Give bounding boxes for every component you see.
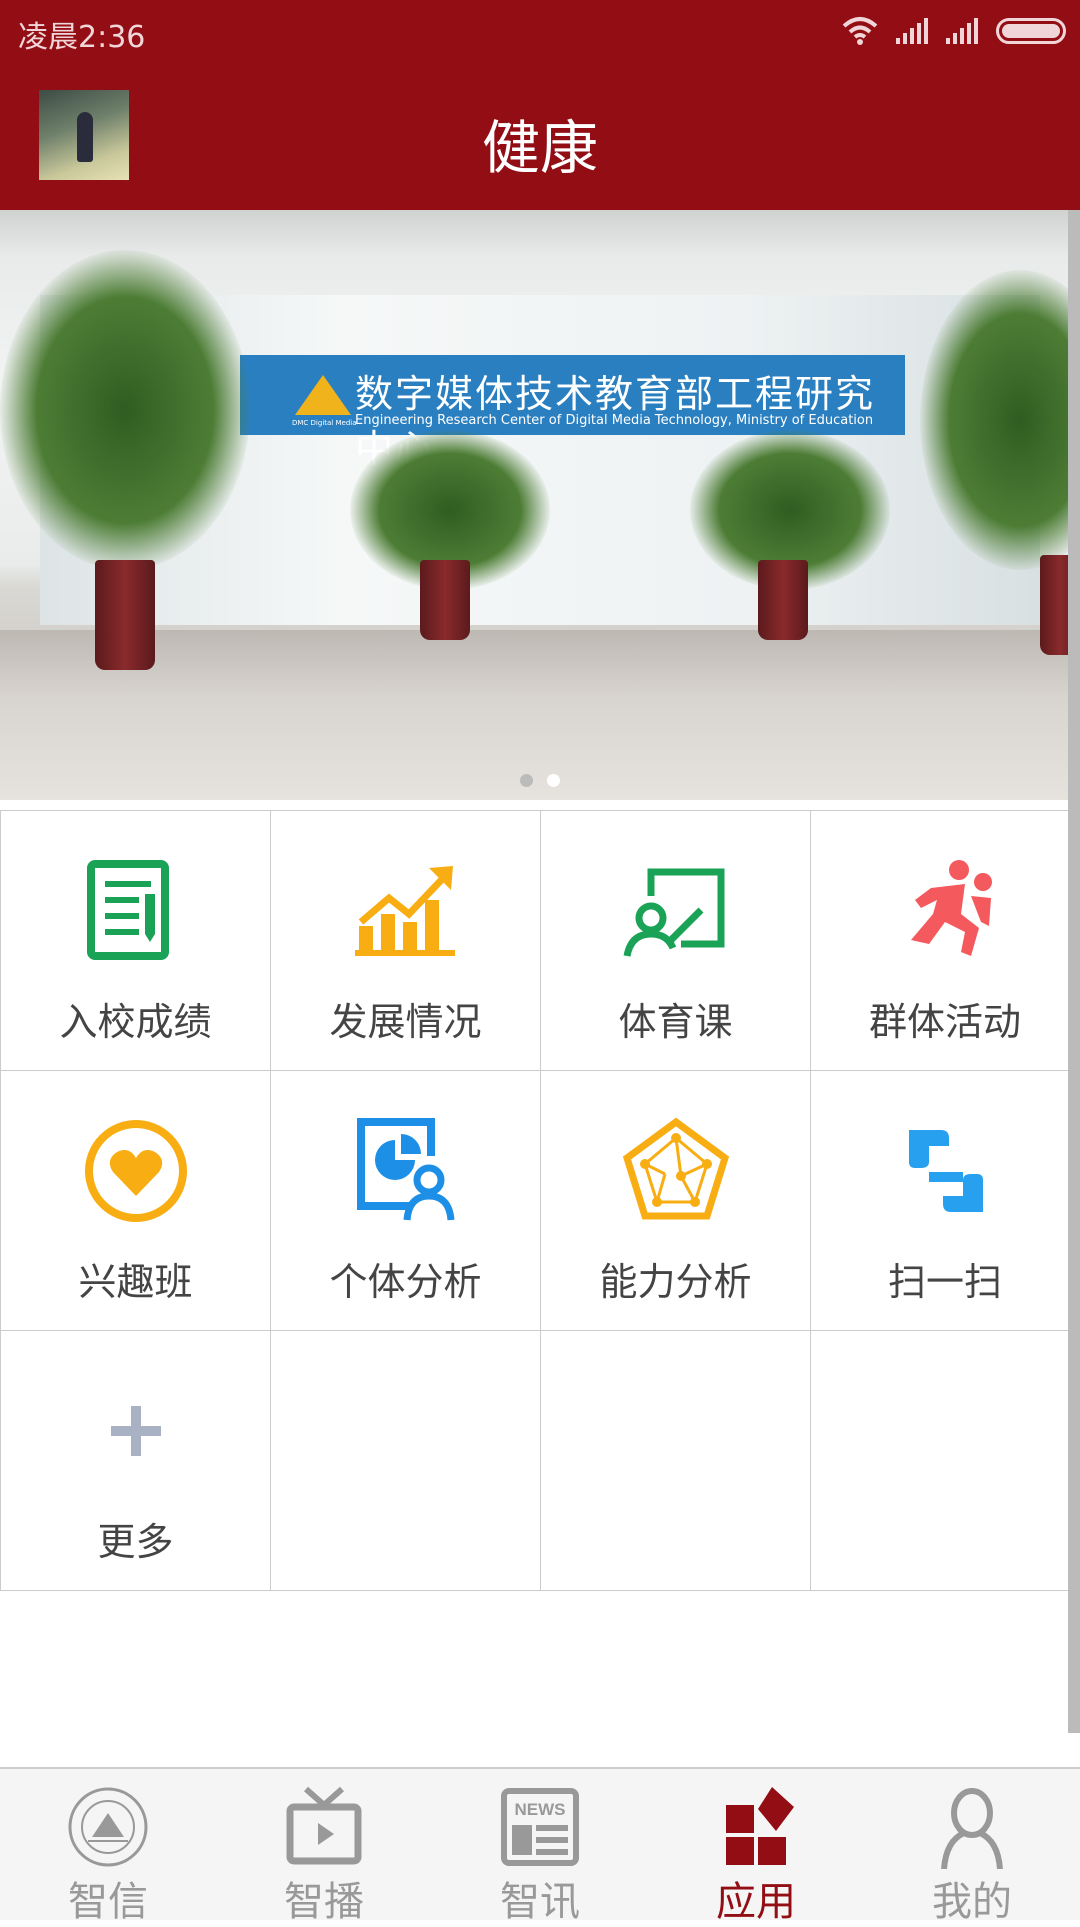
carousel-dot[interactable] bbox=[520, 774, 533, 787]
carousel-indicator[interactable] bbox=[520, 774, 560, 787]
sign-title-en: Engineering Research Center of Digital M… bbox=[355, 413, 874, 428]
grid-item-ability-analysis[interactable]: 能力分析 bbox=[540, 1071, 810, 1330]
tab-zhixin[interactable]: 智信 bbox=[0, 1769, 216, 1925]
grid-item-interest-class[interactable]: 兴趣班 bbox=[0, 1071, 270, 1330]
running-people-icon bbox=[911, 860, 992, 956]
university-seal-icon bbox=[68, 1787, 148, 1867]
grid-item-label: 能力分析 bbox=[599, 1260, 752, 1304]
report-icon bbox=[87, 860, 169, 960]
grid-item-label: 扫一扫 bbox=[887, 1260, 1002, 1304]
grid-empty-cell bbox=[540, 1331, 810, 1590]
person-icon bbox=[941, 1788, 1003, 1869]
grid-item-more[interactable]: 更多 bbox=[0, 1331, 270, 1590]
signal-icon bbox=[896, 18, 928, 44]
grid-item-scan[interactable]: 扫一扫 bbox=[810, 1071, 1080, 1330]
grid-item-group-activity[interactable]: 群体活动 bbox=[810, 811, 1080, 1070]
logo-icon bbox=[295, 375, 351, 415]
bottom-nav: 智信 智播 NEWS 智讯 应用 我的 bbox=[0, 1767, 1080, 1925]
scan-icon bbox=[909, 1130, 983, 1212]
tab-apps[interactable]: 应用 bbox=[648, 1769, 864, 1925]
grid-item-label: 兴趣班 bbox=[78, 1260, 193, 1304]
signal-icon bbox=[946, 18, 978, 44]
app-grid: 入校成绩 发展情况 体育课 群体活动 兴趣班 个体分析 能力分析 扫一扫 更多 bbox=[0, 810, 1080, 1591]
tab-label: 智播 bbox=[284, 1879, 364, 1925]
tv-play-icon bbox=[286, 1786, 362, 1865]
grid-item-development[interactable]: 发展情况 bbox=[270, 811, 540, 1070]
grid-item-label: 入校成绩 bbox=[59, 1000, 212, 1044]
scrollbar[interactable] bbox=[1068, 210, 1080, 1733]
tab-mine[interactable]: 我的 bbox=[864, 1769, 1080, 1925]
grid-item-label: 群体活动 bbox=[868, 1000, 1021, 1044]
tab-label: 应用 bbox=[716, 1879, 796, 1925]
carousel-dot-active[interactable] bbox=[547, 774, 560, 787]
grid-empty-cell bbox=[810, 1331, 1080, 1590]
radar-icon bbox=[622, 1117, 730, 1220]
grid-item-label: 更多 bbox=[97, 1520, 174, 1564]
grid-item-label: 个体分析 bbox=[329, 1260, 482, 1304]
logo-text: DMC Digital Media bbox=[292, 419, 357, 427]
news-icon: NEWS bbox=[501, 1788, 579, 1866]
growth-chart-icon bbox=[355, 866, 455, 956]
grid-item-pe-class[interactable]: 体育课 bbox=[540, 811, 810, 1070]
app-header: 健康 bbox=[0, 67, 1080, 210]
plus-icon bbox=[111, 1406, 161, 1456]
tab-zhixun[interactable]: NEWS 智讯 bbox=[432, 1769, 648, 1925]
grid-item-label: 体育课 bbox=[618, 1000, 733, 1044]
tab-label: 智信 bbox=[68, 1879, 148, 1925]
status-time: 凌晨2:36 bbox=[18, 20, 146, 55]
pe-class-icon bbox=[623, 868, 725, 957]
tab-label: 智讯 bbox=[500, 1879, 580, 1925]
battery-icon bbox=[996, 18, 1066, 44]
svg-text:NEWS: NEWS bbox=[515, 1800, 566, 1819]
tab-zhibo[interactable]: 智播 bbox=[216, 1769, 432, 1925]
grid-empty-cell bbox=[270, 1331, 540, 1590]
apps-icon bbox=[726, 1787, 794, 1865]
status-bar: 凌晨2:36 bbox=[0, 0, 1080, 67]
page-title: 健康 bbox=[481, 114, 598, 182]
personal-analysis-icon bbox=[357, 1118, 455, 1221]
grid-item-label: 发展情况 bbox=[329, 1000, 482, 1044]
heart-icon bbox=[85, 1120, 187, 1222]
tab-label: 我的 bbox=[932, 1879, 1012, 1925]
banner-sign: DMC Digital Media 数字媒体技术教育部工程研究中心 Engine… bbox=[240, 355, 905, 471]
grid-item-entrance-score[interactable]: 入校成绩 bbox=[0, 811, 270, 1070]
grid-item-personal-analysis[interactable]: 个体分析 bbox=[270, 1071, 540, 1330]
wifi-icon bbox=[842, 17, 878, 45]
banner-carousel[interactable]: DMC Digital Media 数字媒体技术教育部工程研究中心 Engine… bbox=[0, 210, 1068, 800]
